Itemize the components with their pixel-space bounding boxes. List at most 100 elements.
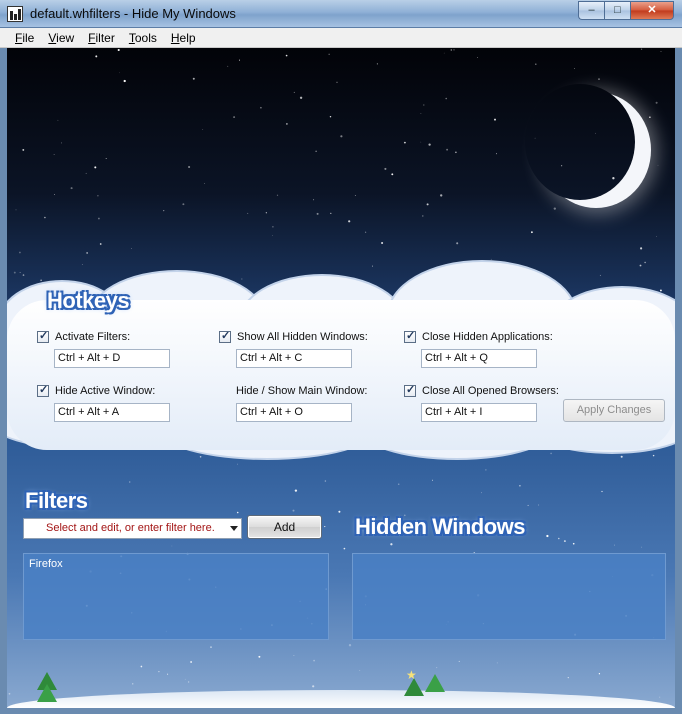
show-all-hidden-checkbox[interactable]: Show All Hidden Windows:: [219, 329, 368, 343]
show-all-hidden-hotkey-input[interactable]: Ctrl + Alt + C: [236, 349, 352, 368]
star: [598, 78, 600, 80]
star: [376, 63, 378, 65]
menu-help[interactable]: Help: [164, 28, 203, 47]
activate-filters-checkbox[interactable]: Activate Filters:: [37, 329, 130, 343]
star: [572, 542, 575, 545]
star: [236, 511, 239, 514]
star: [391, 173, 394, 176]
star: [85, 172, 87, 174]
close-button[interactable]: ✕: [630, 1, 674, 20]
star: [54, 193, 55, 195]
star: [260, 106, 262, 109]
star: [131, 248, 132, 250]
activate-filters-hotkey-input[interactable]: Ctrl + Alt + D: [54, 349, 170, 368]
star: [563, 540, 566, 543]
checkbox-icon[interactable]: [37, 329, 49, 343]
star: [315, 150, 317, 153]
moon-icon: [525, 84, 635, 200]
close-all-browsers-hotkey-input[interactable]: Ctrl + Alt + I: [421, 403, 537, 422]
star: [453, 49, 455, 51]
menu-filter[interactable]: Filter: [81, 28, 122, 47]
star: [519, 485, 521, 487]
hide-show-main-hotkey-input[interactable]: Ctrl + Alt + O: [236, 403, 352, 422]
star: [105, 157, 107, 160]
close-hidden-apps-hotkey-input[interactable]: Ctrl + Alt + Q: [421, 349, 537, 368]
star: [119, 72, 121, 74]
star: [364, 231, 367, 233]
title-bar[interactable]: default.whfilters - Hide My Windows – □ …: [0, 0, 682, 28]
star: [13, 271, 16, 274]
star: [426, 203, 429, 206]
star: [329, 115, 332, 118]
star: [15, 209, 17, 211]
star: [192, 77, 195, 80]
star: [237, 463, 238, 465]
list-item[interactable]: Firefox: [24, 554, 328, 574]
star: [167, 673, 169, 675]
dropdown-arrow-icon[interactable]: [230, 526, 238, 531]
star: [641, 48, 643, 50]
star: [423, 104, 425, 106]
star: [44, 216, 46, 219]
checkbox-icon[interactable]: [37, 383, 49, 397]
star: [558, 537, 560, 540]
star: [61, 142, 63, 144]
star-ornament-icon: ★: [406, 668, 417, 682]
star: [293, 655, 295, 657]
star: [293, 91, 295, 93]
star: [531, 231, 533, 234]
star: [599, 274, 601, 276]
maximize-button[interactable]: □: [604, 1, 630, 20]
add-filter-button[interactable]: Add: [247, 515, 322, 539]
star: [99, 243, 102, 245]
star: [422, 215, 424, 217]
star: [312, 685, 315, 688]
close-all-browsers-checkbox[interactable]: Close All Opened Browsers:: [404, 383, 559, 397]
star: [57, 119, 59, 121]
star: [97, 217, 100, 220]
hide-active-window-hotkey-input[interactable]: Ctrl + Alt + A: [54, 403, 170, 422]
hidden-windows-list[interactable]: [352, 553, 666, 640]
star: [397, 483, 400, 485]
star: [328, 53, 330, 55]
app-icon[interactable]: [7, 6, 23, 22]
star: [117, 48, 120, 52]
star: [247, 212, 249, 214]
star: [53, 154, 55, 155]
star: [202, 129, 204, 131]
star: [22, 274, 25, 276]
star: [97, 195, 99, 197]
hide-active-window-label: Hide Active Window:: [55, 385, 156, 397]
close-hidden-apps-checkbox[interactable]: Close Hidden Applications:: [404, 329, 553, 343]
checkbox-icon[interactable]: [219, 329, 231, 343]
filters-list[interactable]: Firefox: [23, 553, 329, 640]
star: [574, 68, 575, 69]
filter-combobox[interactable]: Select and edit, or enter filter here.: [23, 518, 242, 539]
star: [95, 55, 98, 58]
star: [477, 57, 479, 59]
star: [140, 665, 143, 668]
menu-view[interactable]: View: [41, 28, 81, 47]
menu-tools[interactable]: Tools: [122, 28, 164, 47]
star: [171, 545, 173, 547]
checkbox-icon[interactable]: [404, 383, 416, 397]
star: [620, 455, 623, 458]
star: [455, 151, 457, 154]
apply-changes-button[interactable]: Apply Changes: [563, 399, 665, 422]
hide-active-window-checkbox[interactable]: Hide Active Window:: [37, 383, 156, 397]
star: [292, 509, 295, 512]
star: [436, 667, 438, 669]
menu-file[interactable]: File: [8, 28, 41, 47]
star: [19, 271, 21, 273]
star: [348, 220, 351, 223]
show-all-hidden-label: Show All Hidden Windows:: [237, 331, 368, 343]
star: [94, 166, 97, 169]
star: [660, 51, 662, 52]
star: [238, 59, 241, 61]
star: [535, 63, 537, 65]
minimize-button[interactable]: –: [578, 1, 604, 20]
star: [432, 479, 433, 481]
star: [199, 456, 202, 458]
star: [445, 97, 447, 100]
checkbox-icon[interactable]: [404, 329, 416, 343]
